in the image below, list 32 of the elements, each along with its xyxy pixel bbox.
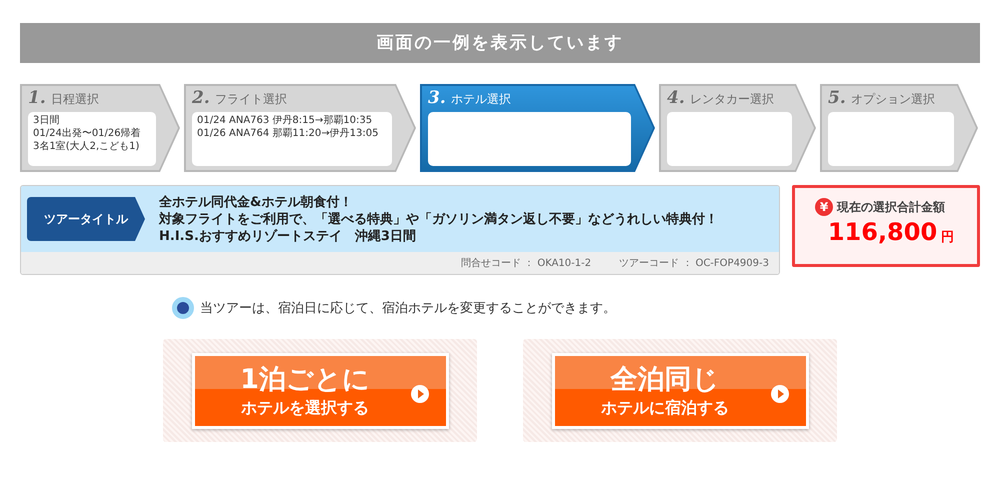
page-banner: 画面の一例を表示しています [20, 23, 980, 63]
play-icon [410, 384, 430, 404]
currency-unit: 円 [941, 229, 954, 246]
step-detail: 01/24 ANA763 伊丹8:15→那覇10:35 [197, 114, 372, 127]
step-label: ホテル選択 [450, 91, 511, 108]
bullet-icon [172, 297, 194, 319]
choice-button[interactable]: 全泊同じ ホテルに宿泊する [552, 352, 808, 428]
step-detail: 01/24出発〜01/26帰着 [33, 127, 141, 140]
choice-button[interactable]: 1泊ごとに ホテルを選択する [192, 352, 448, 428]
notice-text: 当ツアーは、宿泊日に応じて、宿泊ホテルを変更することができます。 [200, 300, 616, 317]
step-number: 3. [428, 88, 446, 108]
tour-title-tag: ツアータイトル [27, 197, 145, 241]
step-detail: 01/26 ANA764 那覇11:20→伊丹13:05 [197, 127, 378, 140]
step-detail: 3名1室(大人2,こども1) [33, 140, 140, 153]
step-label: 日程選択 [50, 91, 99, 108]
step-label: レンタカー選択 [690, 91, 774, 108]
play-icon [770, 384, 790, 404]
tour-code: ツアーコード ： OC-FOP4909-3 [619, 257, 769, 270]
tour-title-line: 対象フライトをご利用で、「選べる特典」や「ガソリン満タン返し不要」などうれしい特典付！ [159, 210, 718, 228]
total-amount: 116,800 [828, 218, 938, 246]
tour-title-line: H.I.S.おすすめリゾートステイ 沖縄3日間 [159, 228, 417, 244]
step-number: 4. [667, 88, 685, 108]
step-number: 1. [28, 88, 46, 108]
step-number: 5. [828, 88, 846, 108]
yen-icon: ¥ [815, 198, 833, 216]
step-label: フライト選択 [214, 91, 287, 108]
total-label: 現在の選択合計金額 [837, 198, 945, 216]
step-label: オプション選択 [850, 91, 935, 108]
tour-title-line: 全ホテル同代金&ホテル朝食付！ [159, 194, 354, 210]
step-number: 2. [192, 88, 210, 108]
tour-code: 問合せコード ： OKA10-1-2 [460, 257, 592, 270]
step-detail: 3日間 [33, 114, 60, 127]
